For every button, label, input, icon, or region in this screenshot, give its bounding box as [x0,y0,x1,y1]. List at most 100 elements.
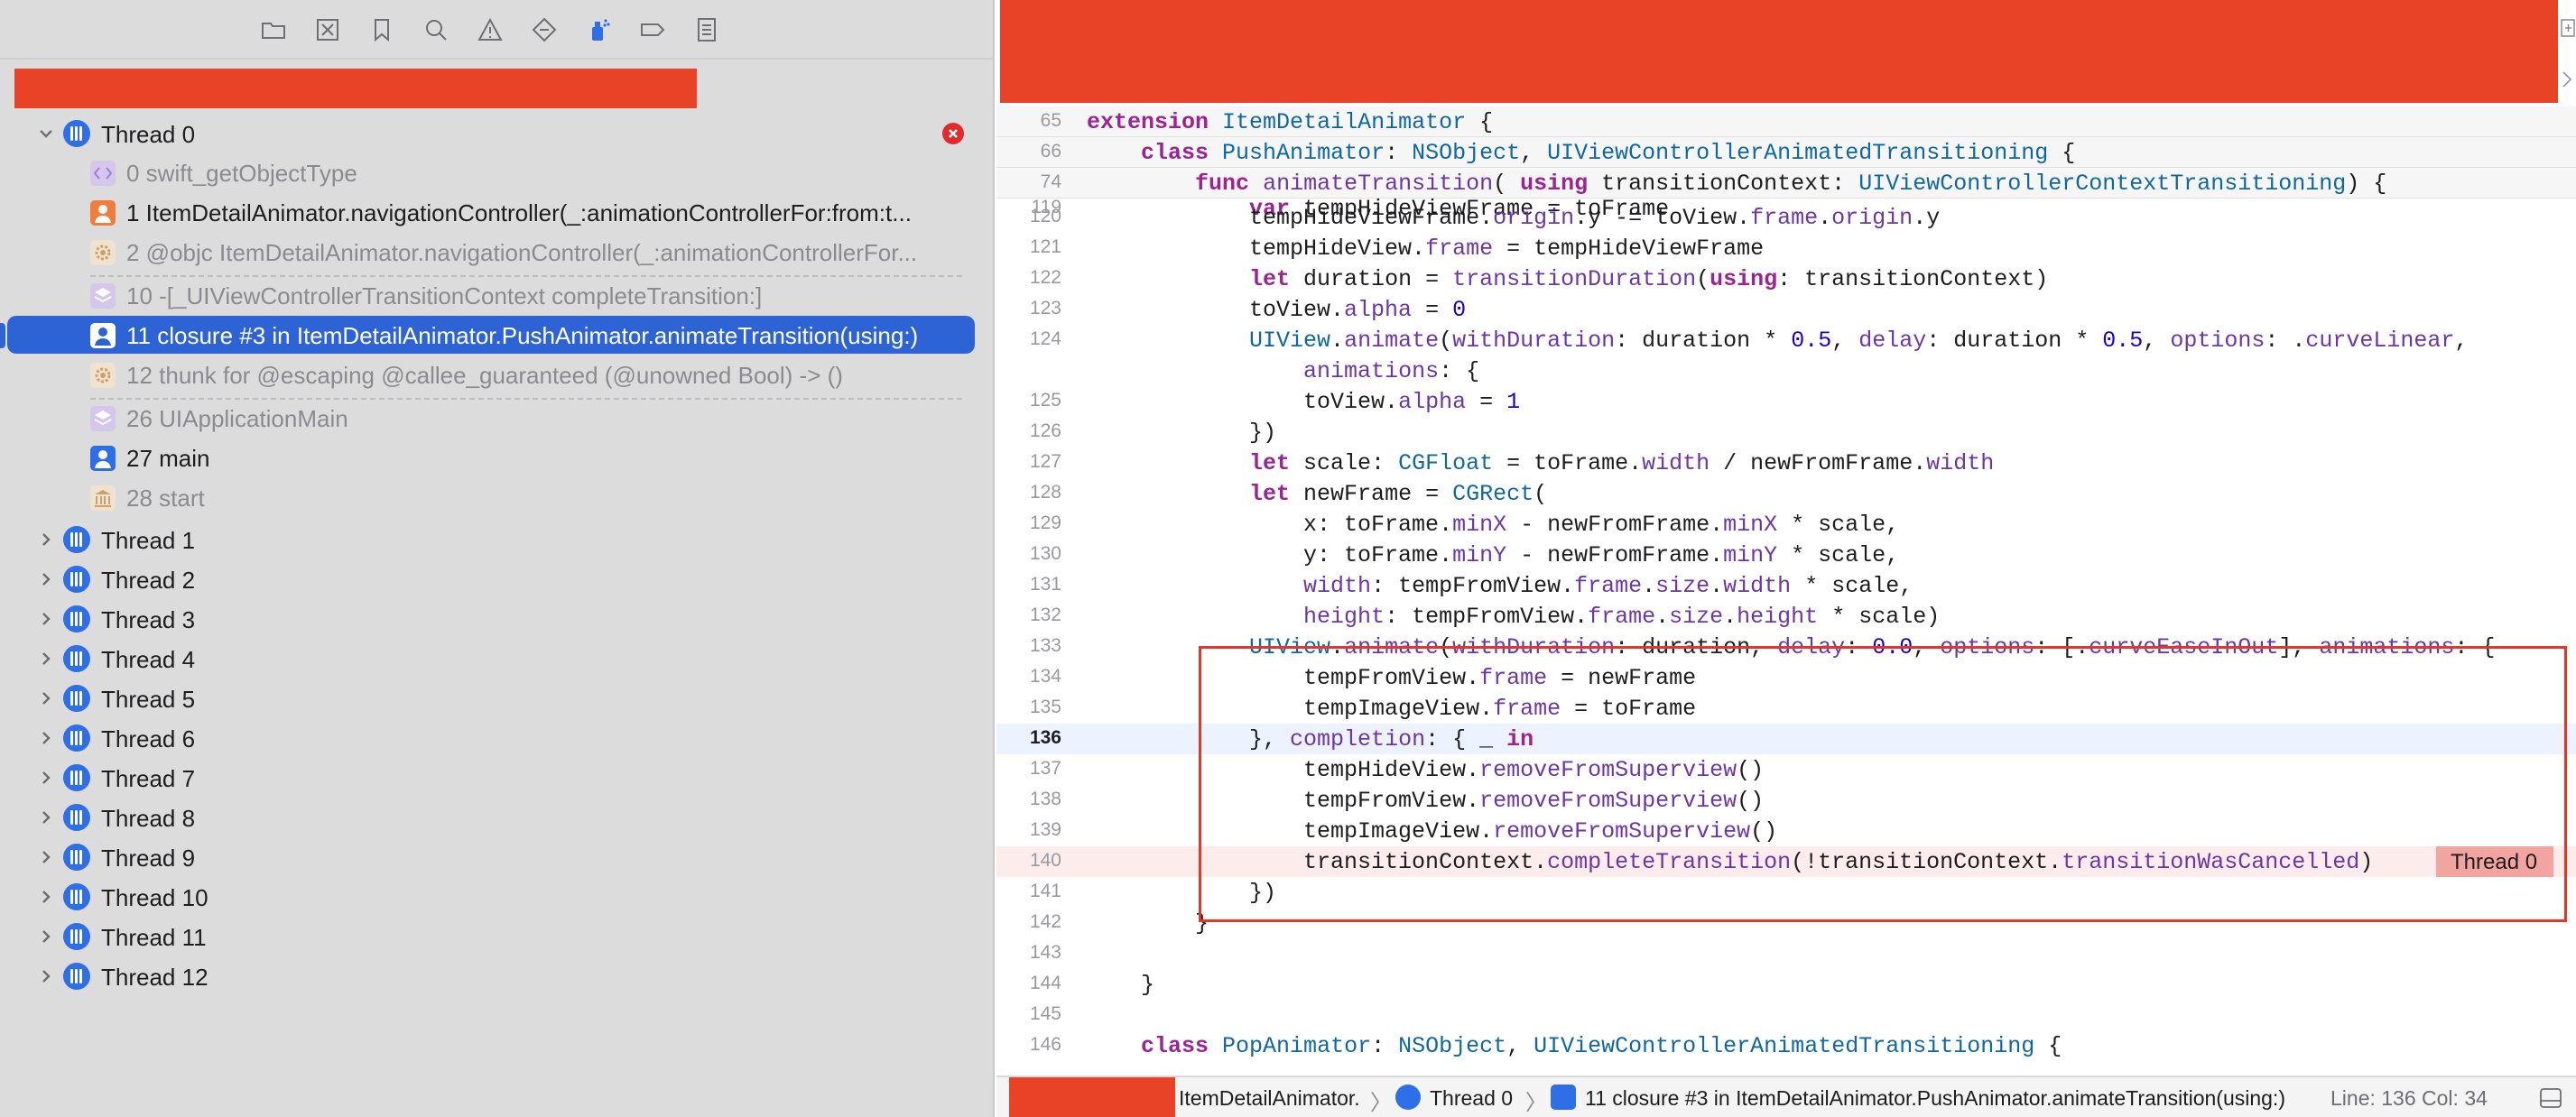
diamond-icon[interactable] [531,16,558,43]
stack-frame-row[interactable]: 26 UIApplicationMain [7,399,975,437]
code-text: let newFrame = CGRect( [1249,481,1548,507]
chevron-right-icon: 〉 [1525,1091,1547,1115]
chevron-right-icon[interactable] [38,651,54,667]
code-line[interactable]: 129 x: toFrame.minX - newFromFrame.minX … [996,509,2576,540]
line-number: 141 [1029,881,1061,901]
line-number: 124 [1029,328,1061,349]
x-square-icon[interactable] [314,16,341,43]
editor-edge-controls [2558,0,2576,103]
chevron-right-icon[interactable] [38,571,54,587]
code-line[interactable]: 131 width: tempFromView.frame.size.width… [996,570,2576,601]
debug-spray-icon[interactable] [585,16,612,43]
redacted-block [14,69,697,108]
code-text: UIView.animate(withDuration: duration * … [1249,328,2469,354]
panel-toggle-icon[interactable] [2540,1088,2562,1108]
chevron-right-icon[interactable] [38,849,54,865]
code-text: extension ItemDetailAnimator { [1087,109,1494,135]
code-line[interactable]: 65 extension ItemDetailAnimator { [996,106,2576,137]
code-line[interactable]: 122 let duration = transitionDuration(us… [996,263,2576,294]
code-line[interactable]: 66 class PushAnimator: NSObject, UIViewC… [996,137,2576,168]
code-line[interactable]: 132 height: tempFromView.frame.size.heig… [996,601,2576,632]
code-line[interactable]: 123 toView.alpha = 0 [996,294,2576,325]
thread-row[interactable]: Thread 9 [0,837,993,877]
line-number: 129 [1029,512,1061,533]
code-text: let duration = transitionDuration(using:… [1249,266,2049,292]
chevron-down-icon[interactable] [38,125,54,142]
stack-frame-row[interactable]: 27 main [7,438,975,476]
code-line[interactable]: 130 y: toFrame.minY - newFromFrame.minY … [996,540,2576,570]
bookmark-icon[interactable] [368,16,395,43]
jump-bar-frame[interactable]: 11 closure #3 in ItemDetailAnimator.Push… [1585,1086,2285,1111]
stack-frame-label: 28 start [126,485,205,512]
chevron-right-icon[interactable] [38,531,54,548]
code-line[interactable]: 145 [996,1000,2576,1030]
jump-bar-thread[interactable]: Thread 0 [1430,1086,1513,1111]
chevron-right-icon[interactable] [38,928,54,945]
chevron-right-icon[interactable] [38,889,54,905]
thread-row[interactable]: Thread 11 [0,917,993,956]
thread-row[interactable]: Thread 7 [0,758,993,798]
jump-bar-file[interactable]: ItemDetailAnimator. [1179,1086,1360,1111]
label-tag-icon[interactable] [639,16,666,43]
code-line[interactable]: 144 } [996,969,2576,1000]
line-number: 132 [1029,605,1061,625]
stack-frame-row[interactable]: 12 thunk for @escaping @callee_guarantee… [7,355,975,393]
cursor-position: Line: 136 Col: 34 [2330,1086,2488,1110]
chevron-right-icon[interactable] [38,730,54,746]
code-line[interactable]: 120 tempHideViewFrame.origin.y -= toView… [996,202,2576,233]
line-number: 140 [1029,850,1061,871]
code-line[interactable]: 146 class PopAnimator: NSObject, UIViewC… [996,1030,2576,1061]
chevron-right-icon[interactable] [38,968,54,984]
code-line[interactable]: 124 UIView.animate(withDuration: duratio… [996,325,2576,355]
thread-row[interactable]: Thread 12 [0,956,993,996]
line-number: 144 [1029,973,1061,993]
add-editor-icon[interactable] [2558,0,2576,103]
code-line[interactable]: 127 let scale: CGFloat = toFrame.width /… [996,448,2576,478]
line-number: 128 [1029,482,1061,503]
line-number: 134 [1029,666,1061,687]
code-line[interactable]: animations: { [996,355,2576,386]
line-number: 121 [1029,236,1061,257]
code-line[interactable]: 143 [996,938,2576,969]
thread-icon [63,645,90,672]
code-line[interactable]: 121 tempHideView.frame = tempHideViewFra… [996,233,2576,263]
thread-row[interactable]: Thread 1 [0,520,993,559]
thread-row-0[interactable]: Thread 0 [0,114,993,153]
report-list-icon[interactable] [693,16,720,43]
code-text: } [1087,910,1209,937]
stack-frame-row[interactable]: 0 swift_getObjectType [7,153,975,191]
stack-frame-row-selected[interactable]: 11 closure #3 in ItemDetailAnimator.Push… [7,316,975,354]
code-line[interactable]: 128 let newFrame = CGRect( [996,478,2576,509]
chevron-right-icon[interactable] [38,690,54,706]
chevron-right-icon[interactable] [38,809,54,826]
source-editor[interactable]: 65 extension ItemDetailAnimator {66 class… [996,0,2576,1117]
stack-frame-row[interactable]: 2 @objc ItemDetailAnimator.navigationCon… [7,233,975,271]
warning-icon[interactable] [477,16,504,43]
thread-icon [63,605,90,632]
code-line[interactable]: 126 }) [996,417,2576,448]
person-icon [90,200,116,226]
stack-frame-row[interactable]: 28 start [7,478,975,516]
code-line[interactable]: 125 toView.alpha = 1 [996,386,2576,417]
magnifier-icon[interactable] [422,16,449,43]
thread-row[interactable]: Thread 8 [0,798,993,837]
code-text: tempHideView.frame = tempHideViewFrame [1087,235,1765,262]
thread-row[interactable]: Thread 5 [0,679,993,718]
thread-row[interactable]: Thread 4 [0,639,993,679]
chevron-right-icon[interactable] [38,770,54,786]
chevron-right-icon[interactable] [38,611,54,627]
thread-label: Thread 8 [101,805,196,832]
code-text: x: toFrame.minX - newFromFrame.minX * sc… [1087,512,1900,538]
thread-row[interactable]: Thread 3 [0,599,993,639]
code-text: let scale: CGFloat = toFrame.width / new… [1249,450,1995,476]
stack-frame-label: 10 -[_UIViewControllerTransitionContext … [126,282,763,309]
stack-frame-row[interactable]: 10 -[_UIViewControllerTransitionContext … [7,276,975,314]
layers-icon [90,406,116,431]
thread-row[interactable]: Thread 10 [0,877,993,917]
thread-row[interactable]: Thread 6 [0,718,993,758]
stack-frame-row[interactable]: 1 ItemDetailAnimator.navigationControlle… [7,193,975,231]
thread-label: Thread 2 [101,567,196,594]
thread-row[interactable]: Thread 2 [0,559,993,599]
line-number: 143 [1029,942,1061,963]
folder-icon[interactable] [260,16,287,43]
